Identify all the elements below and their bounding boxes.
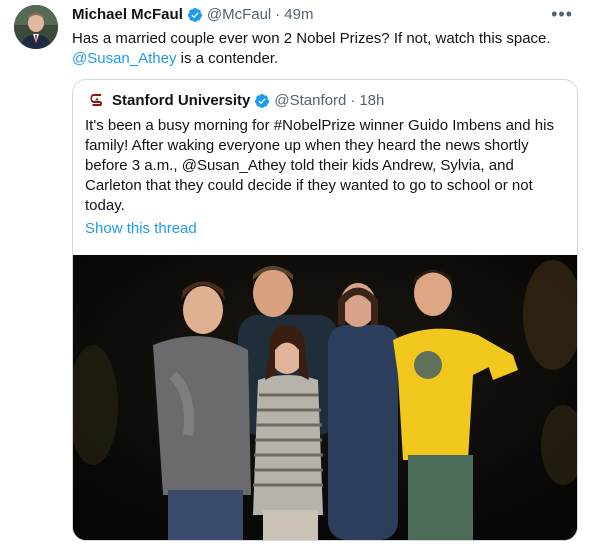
mention-link[interactable]: @Susan_Athey — [72, 50, 176, 67]
quoted-tweet-card[interactable]: Stanford University @Stanford · 18h It's… — [72, 79, 578, 541]
more-horizontal-icon[interactable]: ••• — [551, 4, 573, 25]
tweet-text: Has a married couple ever won 2 Nobel Pr… — [72, 29, 572, 69]
quoted-timestamp[interactable]: 18h — [359, 91, 384, 111]
tweet-text-line1: Has a married couple ever won 2 Nobel Pr… — [72, 30, 551, 47]
quoted-tweet-text: It's been a busy morning for #NobelPrize… — [85, 117, 554, 214]
author-handle[interactable]: @McFaul — [207, 6, 271, 24]
separator-dot: · — [350, 92, 356, 109]
quoted-author-handle[interactable]: @Stanford — [274, 91, 346, 111]
verified-badge-icon — [187, 7, 203, 23]
stanford-logo-icon — [88, 92, 106, 110]
tweet-header: Michael McFaul @McFaul · 49m — [72, 6, 313, 24]
verified-badge-icon — [254, 93, 270, 109]
show-thread-link[interactable]: Show this thread — [85, 220, 197, 237]
tweet-timestamp[interactable]: 49m — [284, 6, 313, 24]
author-avatar[interactable] — [14, 5, 58, 49]
separator-dot: · — [275, 6, 281, 23]
quoted-tweet-header: Stanford University @Stanford · 18h — [88, 91, 384, 111]
quoted-author-name[interactable]: Stanford University — [112, 91, 250, 111]
tweet-text-line2: is a contender. — [176, 50, 279, 67]
author-name[interactable]: Michael McFaul — [72, 6, 183, 24]
family-photo[interactable] — [73, 255, 577, 540]
